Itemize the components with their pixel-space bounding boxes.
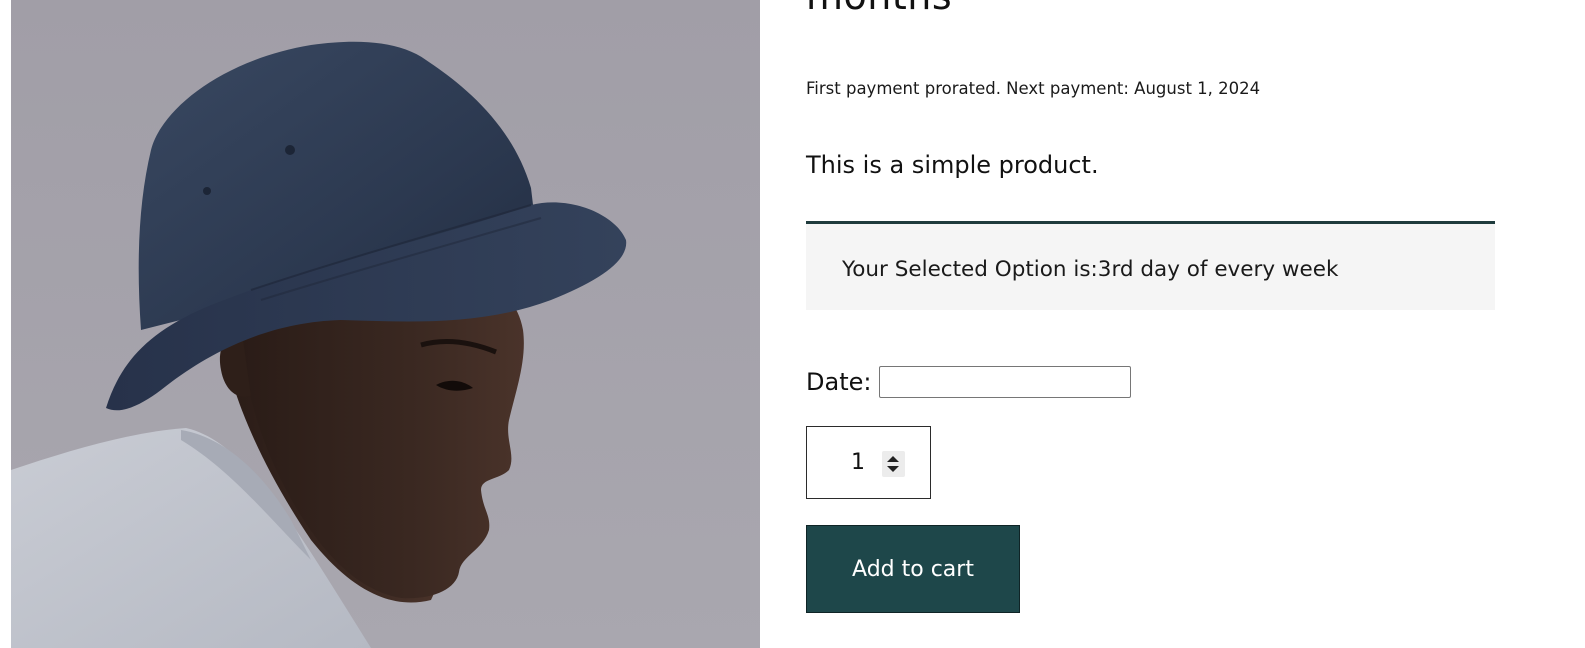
quantity-value[interactable]: 1: [851, 449, 865, 477]
product-short-description: This is a simple product.: [806, 151, 1099, 179]
date-row: Date:: [806, 364, 1132, 400]
increment-arrow-icon[interactable]: [887, 456, 899, 462]
product-title: months: [806, 0, 952, 18]
selected-option-text: Your Selected Option is:3rd day of every…: [842, 257, 1339, 282]
product-photo: [11, 0, 760, 648]
selected-option-notice: Your Selected Option is:3rd day of every…: [806, 221, 1495, 310]
date-field[interactable]: [879, 366, 1132, 398]
product-image: [11, 0, 760, 648]
decrement-arrow-icon[interactable]: [887, 466, 899, 472]
add-to-cart-button[interactable]: Add to cart: [806, 525, 1020, 613]
quantity-input[interactable]: 1: [806, 426, 931, 499]
payment-note: First payment prorated. Next payment: Au…: [806, 79, 1261, 98]
date-label: Date:: [806, 368, 872, 396]
quantity-stepper[interactable]: [882, 451, 905, 477]
product-page: months First payment prorated. Next paym…: [0, 0, 1585, 648]
